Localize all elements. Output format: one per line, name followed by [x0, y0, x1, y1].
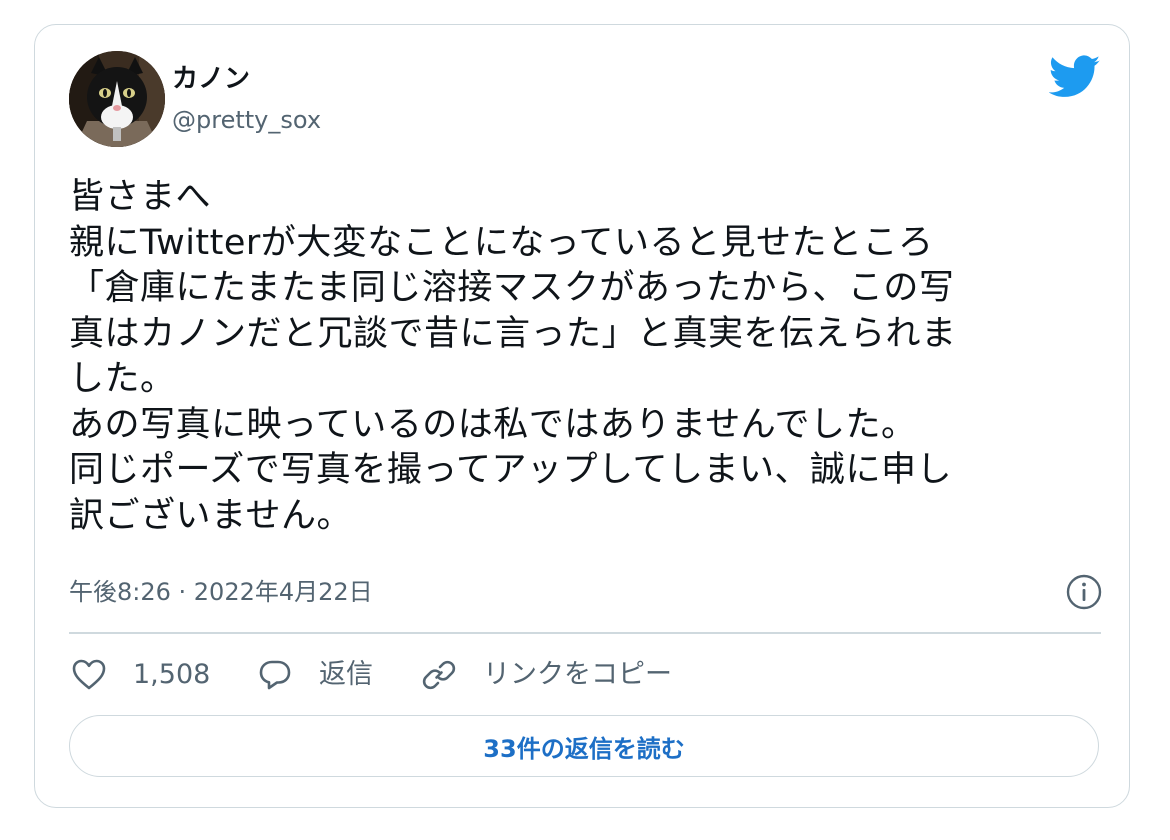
cat-avatar-icon	[69, 51, 165, 147]
avatar[interactable]	[69, 51, 165, 147]
link-icon	[422, 660, 456, 690]
like-count: 1,508	[133, 659, 211, 690]
copy-link-label: リンクをコピー	[483, 659, 672, 690]
tweet-actions: 1,508 返信 リンクをコピー	[69, 651, 1103, 699]
tweet-card: カノン @pretty_sox 皆さまへ 親にTwitterが大変なことになって…	[34, 24, 1130, 808]
read-replies-button[interactable]: 33件の返信を読む	[69, 715, 1099, 777]
tweet-text-line: 真はカノンだと冗談で昔に言った」と真実を伝えられま	[69, 313, 957, 354]
twitter-bird-icon[interactable]	[1048, 55, 1101, 99]
user-handle[interactable]: @pretty_sox	[172, 105, 321, 135]
tweet-timestamp[interactable]: 午後8:26 · 2022年4月22日	[69, 577, 373, 607]
reply-bubble-icon	[259, 660, 291, 690]
reply-button[interactable]: 返信	[257, 651, 373, 699]
tweet-text: 皆さまへ 親にTwitterが大変なことになっていると見せたところ 「倉庫にたま…	[69, 175, 1089, 539]
tweet-text-line: した。	[69, 359, 176, 399]
user-display-name[interactable]: カノン	[172, 63, 250, 95]
tweet-text-line: 皆さまへ	[69, 177, 212, 217]
tweet-text-line: 同じポーズで写真を撮ってアップしてしまい、誠に申し	[69, 450, 952, 490]
like-button[interactable]: 1,508	[71, 651, 210, 699]
tweet-meta: 午後8:26 · 2022年4月22日	[69, 573, 1103, 613]
heart-icon	[72, 659, 106, 690]
divider	[69, 632, 1101, 634]
copy-link-button[interactable]: リンクをコピー	[421, 651, 672, 699]
info-icon[interactable]	[1065, 573, 1103, 611]
tweet-text-line: あの写真に映っているのは私ではありませんでした。	[69, 404, 917, 445]
tweet-text-line: 親にTwitterが大変なことになっていると見せたところ	[69, 222, 934, 263]
tweet-text-line: 訳ございません。	[69, 495, 352, 536]
tweet-text-line: 「倉庫にたまたま同じ溶接マスクがあったから、この写	[69, 268, 955, 308]
reply-label: 返信	[319, 659, 373, 690]
